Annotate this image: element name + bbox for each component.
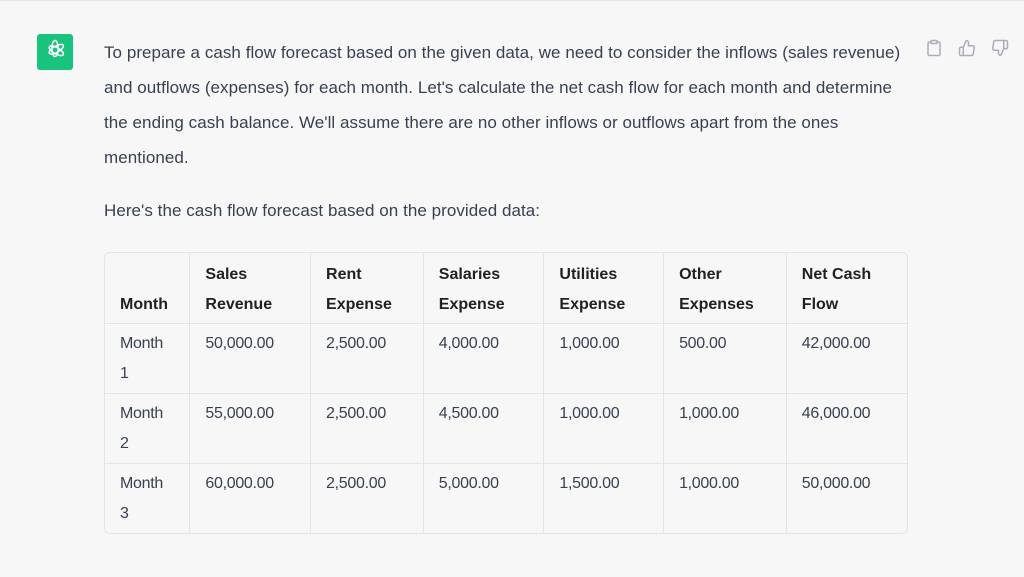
copy-button[interactable] <box>922 39 946 61</box>
thumbs-down-button[interactable] <box>988 39 1012 61</box>
table-row: Month 3 60,000.00 2,500.00 5,000.00 1,50… <box>105 463 907 533</box>
cell-net-cash-flow: 50,000.00 <box>801 474 871 492</box>
table-lead-paragraph: Here's the cash flow forecast based on t… <box>104 201 541 220</box>
intro-paragraph: To prepare a cash flow forecast based on… <box>104 43 901 167</box>
cell-net-cash-flow: 46,000.00 <box>786 393 907 464</box>
header-utilities-expense: Utilities Expense <box>543 253 665 324</box>
thumbs-down-icon <box>991 39 1009 62</box>
header-sales-revenue: Sales Revenue <box>189 253 312 324</box>
table-row: Month 2 55,000.00 2,500.00 4,500.00 1,00… <box>105 393 907 464</box>
cell-utilities-expense: 1,500.00 <box>543 463 665 533</box>
assistant-message: To prepare a cash flow forecast based on… <box>0 1 1024 577</box>
cell-month: Month 1 <box>105 323 191 394</box>
cell-other-expenses: 500.00 <box>663 323 787 394</box>
cell-sales-revenue: 55,000.00 <box>189 393 312 464</box>
header-rent-expense: Rent Expense <box>310 253 424 324</box>
cell-salaries-expense: 4,500.00 <box>423 393 545 464</box>
cell-salaries-expense: 4,000.00 <box>423 323 545 394</box>
openai-logo-icon <box>43 38 67 67</box>
cell-sales-revenue: 60,000.00 <box>189 463 312 533</box>
cell-rent-expense: 2,500.00 <box>310 323 424 394</box>
cell-salaries-expense: 5,000.00 <box>423 463 545 533</box>
assistant-avatar <box>37 34 73 70</box>
thumbs-up-icon <box>958 39 976 62</box>
cell-net-cash-flow: 42,000.00 <box>786 323 907 394</box>
cell-other-expenses: 1,000.00 <box>663 463 787 533</box>
header-month: Month <box>105 253 191 324</box>
cell-rent-expense: 2,500.00 <box>310 393 424 464</box>
cash-flow-table: Month Sales Revenue Rent Expense Salarie… <box>105 253 907 533</box>
message-actions <box>922 39 1012 61</box>
header-other-expenses: Other Expenses <box>663 253 787 324</box>
header-net-cash-flow: Net Cash Flow <box>786 253 907 324</box>
cell-other-expenses: 1,000.00 <box>663 393 787 464</box>
table-row: Month 1 50,000.00 2,500.00 4,000.00 1,00… <box>105 323 907 394</box>
cell-sales-revenue: 50,000.00 <box>189 323 312 394</box>
table-header-row: Month Sales Revenue Rent Expense Salarie… <box>105 253 907 324</box>
cell-utilities-expense: 1,000.00 <box>543 393 665 464</box>
message-content: To prepare a cash flow forecast based on… <box>104 35 908 534</box>
header-salaries-expense: Salaries Expense <box>423 253 545 324</box>
cell-month: Month 3 <box>105 463 191 533</box>
cell-utilities-expense: 1,000.00 <box>543 323 665 394</box>
cell-rent-expense: 2,500.00 <box>310 463 424 533</box>
clipboard-icon <box>925 39 943 62</box>
cell-month: Month 2 <box>105 393 191 464</box>
thumbs-up-button[interactable] <box>955 39 979 61</box>
cash-flow-table-container: Month Sales Revenue Rent Expense Salarie… <box>104 252 908 534</box>
